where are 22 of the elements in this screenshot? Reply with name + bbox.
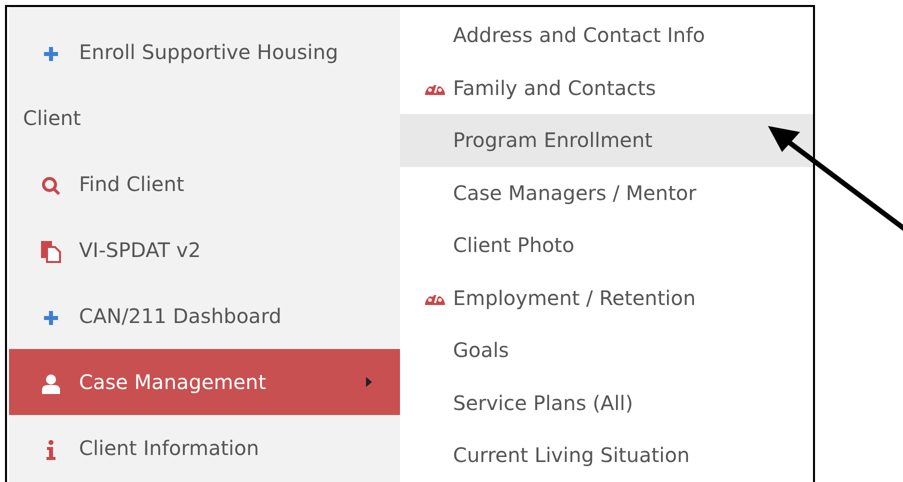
submenu-item[interactable]: Case Managers / Mentor — [400, 166, 813, 219]
submenu-item[interactable]: Program Enrollment — [400, 114, 813, 166]
menu-item[interactable]: Client Information — [9, 415, 400, 481]
submenu-item[interactable]: Client Photo — [400, 219, 813, 272]
caret-icon — [366, 377, 372, 387]
plus-icon — [42, 308, 60, 327]
plus-icon — [42, 44, 60, 63]
person-icon — [42, 374, 60, 394]
documents-icon — [41, 240, 61, 263]
submenu-item[interactable]: Current Living Situation — [400, 429, 813, 482]
submenu-item[interactable]: Family and Contacts — [400, 62, 813, 114]
menu-item[interactable]: CAN/211 Dashboard — [9, 283, 400, 349]
menu-item[interactable]: Case Management — [9, 349, 400, 415]
menu-item[interactable]: Find Client — [9, 151, 400, 217]
submenu-item[interactable]: Address and Contact Info — [400, 9, 813, 62]
menu-item[interactable]: VI-SPDAT v2 — [9, 217, 400, 283]
submenu-item[interactable]: Service Plans (All) — [400, 376, 813, 429]
submenu-item[interactable]: Employment / Retention — [400, 272, 813, 324]
search-icon — [41, 176, 61, 196]
submenu-item[interactable]: Goals — [400, 324, 813, 376]
menu-item[interactable]: Enroll Supportive Housing Client — [9, 19, 400, 151]
info-icon — [46, 440, 56, 460]
